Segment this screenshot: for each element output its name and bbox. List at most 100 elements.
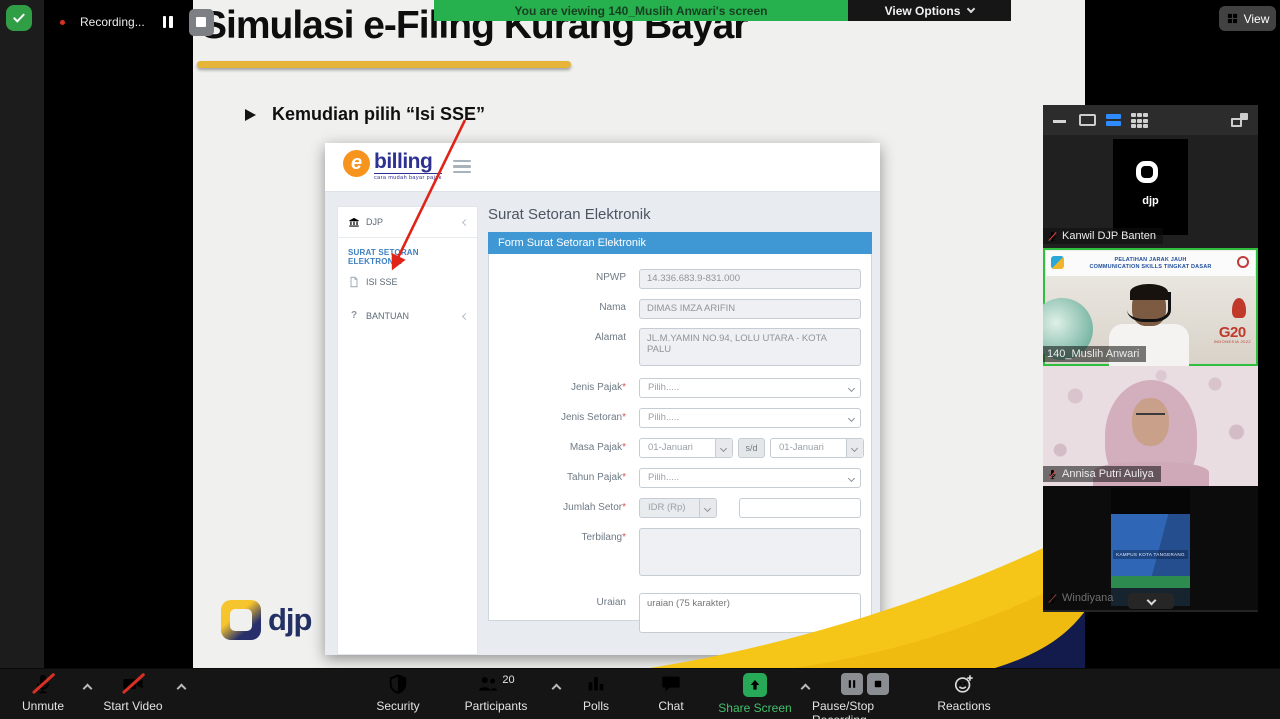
strip-view-icon[interactable]: [1106, 114, 1121, 126]
training-logo-icon: [1051, 256, 1064, 269]
participants-button[interactable]: 20 Participants: [448, 673, 544, 718]
video-options-chevron[interactable]: [177, 684, 187, 694]
glasses-graphic: [1136, 413, 1165, 420]
form-row-jenis-setoran: Jenis Setoran* Pilih.....: [489, 408, 861, 428]
minimize-icon[interactable]: [1053, 120, 1066, 123]
ebilling-header: e billing cara mudah bayar pajak: [325, 143, 880, 191]
chat-button[interactable]: Chat: [641, 673, 701, 718]
mic-off-icon: [1047, 469, 1058, 480]
participants-options-chevron[interactable]: [552, 684, 562, 694]
video-thumbnails-panel: djp Kanwil DJP Banten PELATIHAN JARAK JA…: [1043, 105, 1258, 612]
shared-screen-slide: Simulasi e-Filing Kurang Bayar Kemudian …: [193, 0, 1085, 668]
participant-tile-kanwil[interactable]: djp Kanwil DJP Banten: [1043, 135, 1258, 248]
tahun-pajak-select[interactable]: Pilih.....: [639, 468, 861, 488]
polls-icon: [585, 673, 607, 695]
gallery-view-icon[interactable]: [1131, 113, 1148, 128]
participant-tile-muslih[interactable]: PELATIHAN JARAK JAUH COMMUNICATION SKILL…: [1043, 248, 1258, 366]
form-panel: NPWP Nama Alamat JL.M.YAMIN NO.94, LOLU …: [488, 254, 872, 621]
slide-bullet: Kemudian pilih “Isi SSE”: [245, 104, 485, 125]
ebilling-tagline: cara mudah bayar pajak: [374, 173, 442, 181]
page-title: Surat Setoran Elektronik: [488, 206, 872, 223]
mic-off-icon: [1047, 593, 1058, 604]
viewing-banner: You are viewing 140_Muslih Anwari's scre…: [434, 0, 848, 21]
tahun-pajak-label: Tahun Pajak*: [489, 468, 639, 483]
cloud-recording-icon: [52, 14, 72, 30]
g20-wayang-icon: [1232, 298, 1246, 318]
chevron-left-icon: [462, 312, 469, 319]
chevron-down-icon: [848, 415, 855, 422]
form-row-masa-pajak: Masa Pajak* 01-Januari s/d 01-Januari: [489, 438, 861, 458]
form-row-nama: Nama: [489, 298, 861, 319]
form-row-jenis-pajak: Jenis Pajak* Pilih.....: [489, 378, 861, 398]
share-options-chevron[interactable]: [801, 684, 811, 694]
sidebar-item-bantuan[interactable]: ? BANTUAN: [338, 301, 477, 331]
hamburger-menu-icon[interactable]: [453, 160, 471, 173]
security-button[interactable]: Security: [360, 673, 436, 718]
jenis-setoran-label: Jenis Setoran*: [489, 408, 639, 423]
npwp-field[interactable]: [639, 269, 861, 289]
masa-pajak-from-select[interactable]: 01-Januari: [639, 438, 733, 458]
participant-tile-windiyana[interactable]: KAMPUS KOTA TANGERANG Windiyana: [1043, 486, 1258, 610]
audio-options-chevron[interactable]: [83, 684, 93, 694]
nama-label: Nama: [489, 298, 639, 313]
stop-recording-icon[interactable]: [867, 673, 889, 695]
chevron-down-icon: [848, 475, 855, 482]
ebilling-e-icon: e: [343, 150, 370, 177]
sidebar-bantuan-label: BANTUAN: [366, 311, 409, 321]
djp-logo-text: djp: [268, 602, 312, 638]
pause-recording-icon[interactable]: [841, 673, 863, 695]
popout-icon[interactable]: [1231, 113, 1248, 127]
view-button[interactable]: View: [1219, 6, 1276, 31]
unmute-button[interactable]: Unmute: [8, 673, 78, 718]
alamat-field[interactable]: JL.M.YAMIN NO.94, LOLU UTARA - KOTA PALU: [639, 328, 861, 366]
jenis-setoran-select[interactable]: Pilih.....: [639, 408, 861, 428]
chevron-down-icon: [848, 385, 855, 392]
masa-pajak-separator: s/d: [738, 438, 765, 458]
participants-icon: [477, 673, 499, 695]
security-shield-badge: [6, 5, 32, 31]
participant-tile-annisa[interactable]: Annisa Putri Auliya: [1043, 366, 1258, 486]
participant-name-bar: Annisa Putri Auliya: [1043, 466, 1161, 482]
form-row-tahun-pajak: Tahun Pajak* Pilih.....: [489, 468, 861, 488]
nama-field[interactable]: [639, 299, 861, 319]
check-icon: [11, 10, 27, 26]
jumlah-setor-field[interactable]: [739, 498, 861, 518]
person-face: [1132, 398, 1169, 446]
pause-stop-recording-button[interactable]: Pause/Stop Recording: [812, 673, 918, 718]
uraian-field[interactable]: [639, 593, 861, 633]
participant-name-bar: Windiyana: [1043, 590, 1120, 606]
jenis-pajak-label: Jenis Pajak*: [489, 378, 639, 393]
jumlah-setor-label: Jumlah Setor*: [489, 498, 639, 513]
sidebar-item-djp[interactable]: DJP: [338, 207, 477, 237]
share-screen-button[interactable]: Share Screen: [712, 673, 798, 718]
bank-icon: [348, 216, 360, 228]
ebilling-logo: e billing cara mudah bayar pajak: [343, 150, 442, 181]
reactions-button[interactable]: Reactions: [926, 673, 1002, 718]
speaker-view-icon[interactable]: [1079, 114, 1096, 126]
client-edge: [0, 0, 44, 668]
form-row-alamat: Alamat JL.M.YAMIN NO.94, LOLU UTARA - KO…: [489, 328, 861, 371]
form-row-uraian: Uraian: [489, 593, 861, 638]
alamat-label: Alamat: [489, 328, 639, 343]
zoom-meeting-window: Simulasi e-Filing Kurang Bayar Kemudian …: [0, 0, 1280, 719]
view-options-button[interactable]: View Options: [848, 0, 1011, 21]
building-sign-text: KAMPUS KOTA TANGERANG: [1113, 550, 1188, 559]
participant-video: KAMPUS KOTA TANGERANG: [1111, 488, 1190, 606]
polls-button[interactable]: Polls: [566, 673, 626, 718]
scroll-more-participants-button[interactable]: [1128, 593, 1174, 609]
npwp-label: NPWP: [489, 268, 639, 283]
participant-name-bar: 140_Muslih Anwari: [1043, 346, 1146, 362]
terbilang-field[interactable]: [639, 528, 861, 576]
bullet-text: Kemudian pilih “Isi SSE”: [272, 104, 485, 125]
pause-recording-icon[interactable]: [163, 16, 173, 28]
ebilling-brand-name: billing: [374, 150, 442, 173]
ebilling-body: DJP SURAT SETORAN ELEKTRONIK ISI SSE ? B…: [325, 191, 880, 655]
terbilang-label: Terbilang*: [489, 528, 639, 543]
currency-select[interactable]: IDR (Rp): [639, 498, 717, 518]
start-video-button[interactable]: Start Video: [94, 673, 172, 718]
masa-pajak-to-select[interactable]: 01-Januari: [770, 438, 864, 458]
sidebar-item-isi-sse[interactable]: ISI SSE: [338, 274, 477, 297]
jenis-pajak-select[interactable]: Pilih.....: [639, 378, 861, 398]
stop-recording-button[interactable]: [189, 9, 214, 36]
sidebar-item-surat-setoran[interactable]: SURAT SETORAN ELEKTRONIK: [338, 238, 477, 274]
